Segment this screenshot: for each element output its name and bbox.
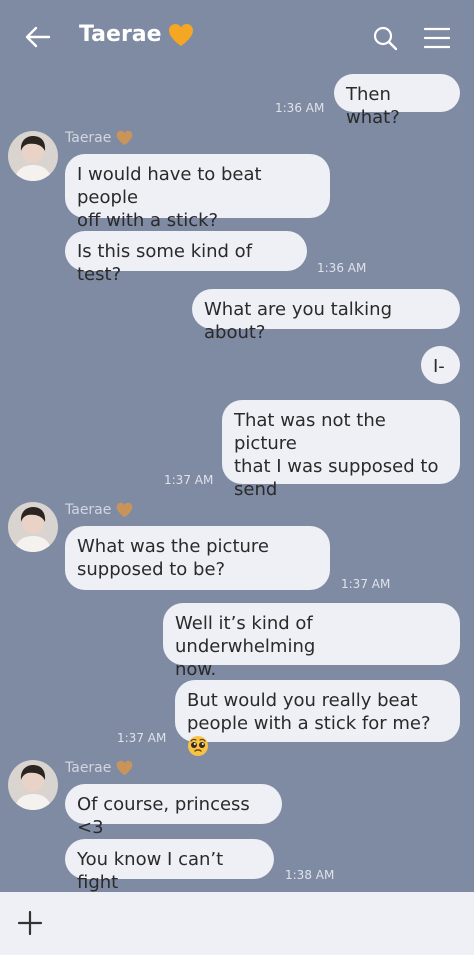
message-timestamp: 1:37 AM: [341, 577, 391, 591]
sent-message[interactable]: Well it’s kind of underwhelming now.: [163, 603, 460, 680]
sender-name-text: Taerae: [65, 502, 112, 518]
avatar-image: [8, 131, 58, 181]
message-line: What was the picture: [77, 536, 269, 557]
heart-icon: [117, 760, 133, 776]
menu-icon[interactable]: [424, 27, 450, 49]
received-message[interactable]: Is this some kind of test?: [65, 231, 307, 285]
avatar[interactable]: [8, 502, 58, 552]
heart-icon: [117, 130, 133, 146]
message-line: But would you really beat: [187, 690, 418, 711]
sender-name-text: Taerae: [65, 130, 112, 146]
pleading-face-emoji: [188, 736, 208, 756]
avatar-image: [8, 502, 58, 552]
avatar[interactable]: [8, 760, 58, 810]
sender-name-text: Taerae: [65, 760, 112, 776]
sender-name: Taerae: [65, 502, 133, 518]
avatar[interactable]: [8, 131, 58, 181]
sent-message[interactable]: Then what?: [334, 74, 460, 128]
sender-name: Taerae: [65, 760, 133, 776]
chat-header: Taerae: [0, 0, 474, 75]
message-text: You know I can’t fight: [77, 849, 224, 893]
message-line: off with a stick?: [77, 210, 219, 231]
received-message[interactable]: Of course, princess <3: [65, 784, 282, 838]
avatar-image: [8, 760, 58, 810]
chat-title: Taerae: [79, 22, 194, 47]
message-text: Of course, princess <3: [77, 794, 250, 838]
plus-icon[interactable]: [17, 910, 43, 936]
back-arrow-icon[interactable]: [25, 26, 51, 48]
chat-title-text: Taerae: [79, 22, 162, 47]
message-text: What are you talking about?: [204, 299, 392, 343]
message-timestamp: 1:38 AM: [285, 868, 335, 882]
orange-heart-icon: [168, 23, 193, 46]
sent-message[interactable]: I-: [421, 346, 460, 384]
message-timestamp: 1:36 AM: [317, 261, 367, 275]
message-text: Is this some kind of test?: [77, 241, 253, 285]
message-input-bar[interactable]: [0, 892, 474, 955]
received-message[interactable]: You know I can’t fight: [65, 839, 274, 893]
message-line: people with a stick for me?: [187, 712, 448, 759]
message-line-text: people with a stick for me?: [187, 713, 431, 734]
message-text: Then what?: [346, 84, 400, 128]
sent-message[interactable]: That was not the picture that I was supp…: [222, 400, 460, 500]
message-line: send: [234, 479, 278, 500]
message-line: That was not the picture: [234, 410, 386, 454]
message-line: Well it’s kind of underwhelming: [175, 613, 316, 657]
message-timestamp: 1:37 AM: [164, 473, 214, 487]
received-message[interactable]: I would have to beat people off with a s…: [65, 154, 330, 231]
message-line: that I was supposed to: [234, 456, 439, 477]
message-text: I-: [433, 356, 445, 377]
sent-message[interactable]: But would you really beat people with a …: [175, 680, 460, 756]
heart-icon: [117, 502, 133, 518]
message-line: supposed to be?: [77, 559, 226, 580]
search-icon[interactable]: [372, 25, 398, 51]
message-line: now.: [175, 659, 217, 680]
sender-name: Taerae: [65, 130, 133, 146]
message-timestamp: 1:37 AM: [117, 731, 167, 745]
received-message[interactable]: What was the picture supposed to be?: [65, 526, 330, 590]
message-line: I would have to beat people: [77, 164, 262, 208]
sent-message[interactable]: What are you talking about?: [192, 289, 460, 343]
message-timestamp: 1:36 AM: [275, 101, 325, 115]
